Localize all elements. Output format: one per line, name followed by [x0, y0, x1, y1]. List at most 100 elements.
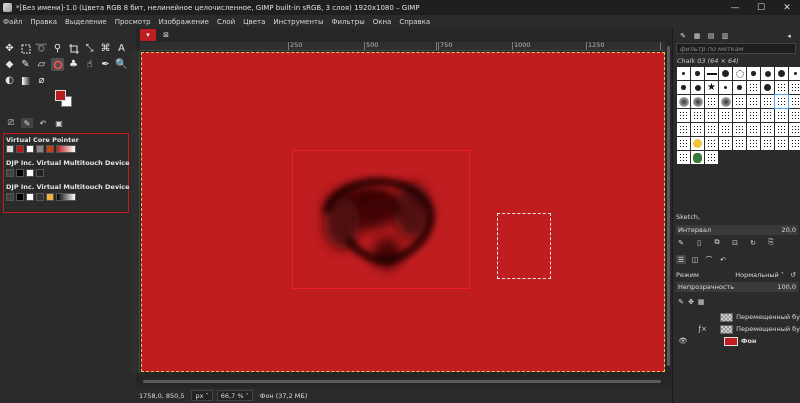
brush-thumbnail[interactable] — [761, 137, 774, 150]
selection-marquee[interactable] — [497, 213, 551, 279]
brush-thumbnail[interactable] — [747, 137, 760, 150]
brush-thumbnail[interactable] — [719, 109, 732, 122]
brush-thumbnail[interactable] — [789, 109, 800, 122]
brush-thumbnail[interactable] — [775, 81, 788, 94]
move-tool-icon[interactable]: ✥ — [3, 42, 16, 55]
close-button[interactable]: ✕ — [774, 3, 800, 13]
brush-thumbnail[interactable] — [775, 137, 788, 150]
brush-thumbnail[interactable] — [705, 151, 718, 164]
refresh-brushes-icon[interactable]: ↻ — [748, 238, 758, 247]
menu-layer[interactable]: Слой — [217, 18, 235, 26]
brush-thumbnail[interactable] — [747, 123, 760, 136]
smudge-tool-icon[interactable]: ☝ — [83, 58, 96, 71]
layer-item[interactable]: 👁 Фон — [676, 335, 800, 347]
layer-chain-icon[interactable] — [690, 337, 724, 346]
eye-icon[interactable]: 👁 — [676, 337, 690, 346]
brush-thumbnail[interactable] — [761, 109, 774, 122]
brush-thumbnail[interactable] — [719, 95, 732, 108]
undo-tab-icon[interactable]: ↶ — [718, 255, 728, 264]
channels-tab-icon[interactable]: ◫ — [690, 255, 700, 264]
opacity-slider[interactable]: Непрозрачность 100,0 — [676, 282, 798, 292]
crop-tool-icon[interactable] — [67, 42, 80, 55]
duplicate-brush-icon[interactable]: ⧉ — [712, 238, 722, 247]
zoom-select[interactable]: 66,7 % ˅ — [216, 390, 253, 401]
brush-thumbnail[interactable] — [761, 123, 774, 136]
layer-visibility-icon[interactable] — [676, 325, 689, 334]
brush-thumbnail[interactable] — [691, 67, 704, 80]
unit-select[interactable]: px ˅ — [191, 390, 213, 401]
new-brush-icon[interactable]: ▯ — [694, 238, 704, 247]
menu-view[interactable]: Просмотр — [115, 18, 151, 26]
warp-transform-tool-icon[interactable]: ⌘ — [99, 42, 112, 55]
bucket-fill-tool-icon[interactable]: ◆ — [3, 58, 16, 71]
brush-thumbnail[interactable] — [747, 109, 760, 122]
brush-thumbnail[interactable] — [775, 109, 788, 122]
foreground-color-swatch[interactable] — [55, 90, 66, 101]
brush-thumbnail[interactable] — [705, 95, 718, 108]
brush-thumbnail[interactable] — [774, 94, 789, 109]
brush-thumbnail[interactable] — [677, 137, 690, 150]
brush-thumbnail[interactable] — [761, 81, 774, 94]
brush-thumbnail[interactable] — [677, 67, 690, 80]
lasso-tool-icon[interactable]: ➰ — [35, 42, 48, 55]
zoom-tool-icon[interactable]: 🔍 — [115, 58, 128, 71]
spacing-slider[interactable]: Интервал 20,0 — [676, 225, 798, 235]
lock-pixels-icon[interactable]: ✎ — [676, 297, 686, 306]
layer-item[interactable]: Перемещенный бу — [676, 311, 800, 323]
brush-thumbnail[interactable] — [789, 67, 800, 80]
menu-tools[interactable]: Инструменты — [273, 18, 323, 26]
brush-thumbnail[interactable] — [747, 81, 760, 94]
brush-thumbnail[interactable] — [677, 123, 690, 136]
brush-thumbnail[interactable] — [691, 137, 704, 150]
rect-select-tool-icon[interactable] — [19, 42, 32, 55]
mode-reset-icon[interactable]: ↺ — [788, 270, 798, 279]
brush-thumbnail[interactable] — [691, 123, 704, 136]
clone-tool-icon[interactable]: ♣ — [67, 58, 80, 71]
brush-thumbnail[interactable] — [719, 123, 732, 136]
paths-tab-icon[interactable]: ⌒ — [704, 255, 714, 264]
brush-thumbnail[interactable] — [719, 137, 732, 150]
color-picker-tool-icon[interactable]: ⌀ — [35, 74, 48, 87]
dock-menu-icon[interactable]: ◂ — [784, 31, 794, 40]
lock-position-icon[interactable]: ✥ — [686, 297, 696, 306]
mypaint-brush-tool-icon[interactable] — [51, 58, 64, 71]
brush-tag-filter[interactable]: фильтр по меткам — [676, 43, 796, 54]
brush-thumbnail[interactable] — [691, 95, 704, 108]
menu-file[interactable]: Файл — [3, 18, 22, 26]
image-tab-close-icon[interactable]: ⊠ — [158, 29, 174, 41]
color-tools-icon[interactable]: ◐ — [3, 74, 16, 87]
menu-edit[interactable]: Правка — [30, 18, 57, 26]
brush-thumbnail[interactable] — [719, 67, 732, 80]
vertical-scrollbar[interactable] — [665, 42, 672, 377]
brush-thumbnail[interactable] — [733, 109, 746, 122]
edit-brush-icon[interactable]: ✎ — [676, 238, 686, 247]
horizontal-scrollbar[interactable] — [141, 378, 665, 385]
menu-windows[interactable]: Окна — [373, 18, 392, 26]
brush-thumbnail[interactable] — [761, 67, 774, 80]
brush-thumbnail[interactable] — [719, 81, 732, 94]
paths-tool-icon[interactable]: ✒ — [99, 58, 112, 71]
unified-transform-tool-icon[interactable]: ⤡ — [83, 42, 96, 55]
brush-thumbnail[interactable] — [789, 81, 800, 94]
menu-help[interactable]: Справка — [399, 18, 430, 26]
patterns-tab-icon[interactable]: ▦ — [692, 31, 702, 40]
brushes-tab-icon[interactable]: ✎ — [678, 31, 688, 40]
open-brush-as-image-icon[interactable]: ⎘ — [766, 238, 776, 247]
brush-thumbnail[interactable] — [705, 137, 718, 150]
brush-thumbnail[interactable] — [677, 81, 690, 94]
brush-thumbnail[interactable] — [775, 67, 788, 80]
brush-thumbnail[interactable] — [733, 67, 746, 80]
menu-select[interactable]: Выделение — [65, 18, 107, 26]
brush-thumbnail[interactable] — [789, 95, 800, 108]
text-tool-icon[interactable]: A — [115, 42, 128, 55]
image-tab-thumbnail[interactable]: ▾ — [140, 29, 156, 41]
menu-colors[interactable]: Цвета — [243, 18, 265, 26]
brush-thumbnail[interactable] — [677, 151, 690, 164]
brush-thumbnail[interactable] — [789, 123, 800, 136]
layer-chain-icon[interactable] — [689, 313, 720, 322]
menu-filters[interactable]: Фильтры — [332, 18, 365, 26]
layer-item[interactable]: ƒ× Перемещенный бу — [676, 323, 800, 335]
brush-thumbnail[interactable] — [705, 109, 718, 122]
brush-thumbnail[interactable] — [747, 67, 760, 80]
brush-thumbnail[interactable] — [747, 95, 760, 108]
